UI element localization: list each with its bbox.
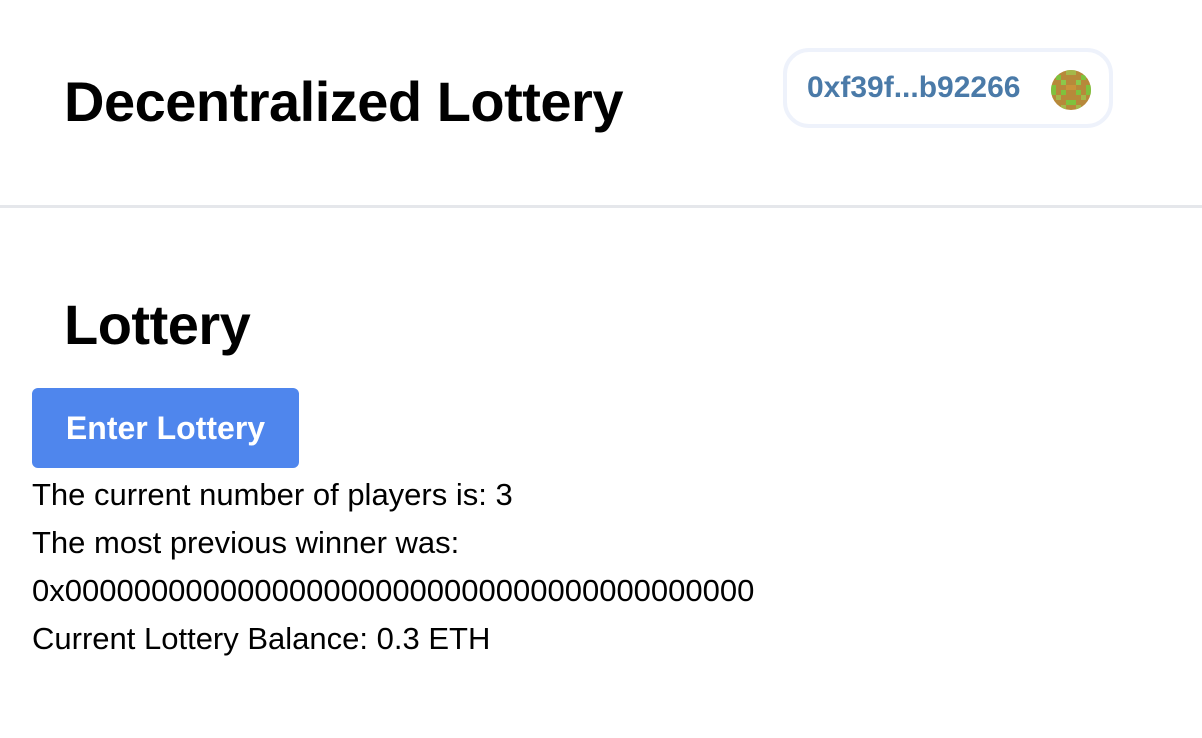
- lottery-info: The current number of players is: 3 The …: [32, 471, 754, 663]
- players-count-text: The current number of players is: 3: [32, 477, 513, 512]
- app-header: Decentralized Lottery 0xf39f...b92266: [0, 0, 1202, 208]
- account-button[interactable]: 0xf39f...b92266: [783, 48, 1113, 128]
- identicon-avatar-icon: [1051, 70, 1091, 110]
- previous-winner-label: The most previous winner was:: [32, 525, 460, 560]
- previous-winner-address: 0x00000000000000000000000000000000000000…: [32, 573, 755, 608]
- enter-lottery-button[interactable]: Enter Lottery: [32, 388, 299, 468]
- lottery-balance-text: Current Lottery Balance: 0.3 ETH: [32, 621, 491, 656]
- account-address: 0xf39f...b92266: [807, 71, 1021, 104]
- lottery-title: Lottery: [64, 293, 251, 356]
- app-title: Decentralized Lottery: [64, 70, 624, 133]
